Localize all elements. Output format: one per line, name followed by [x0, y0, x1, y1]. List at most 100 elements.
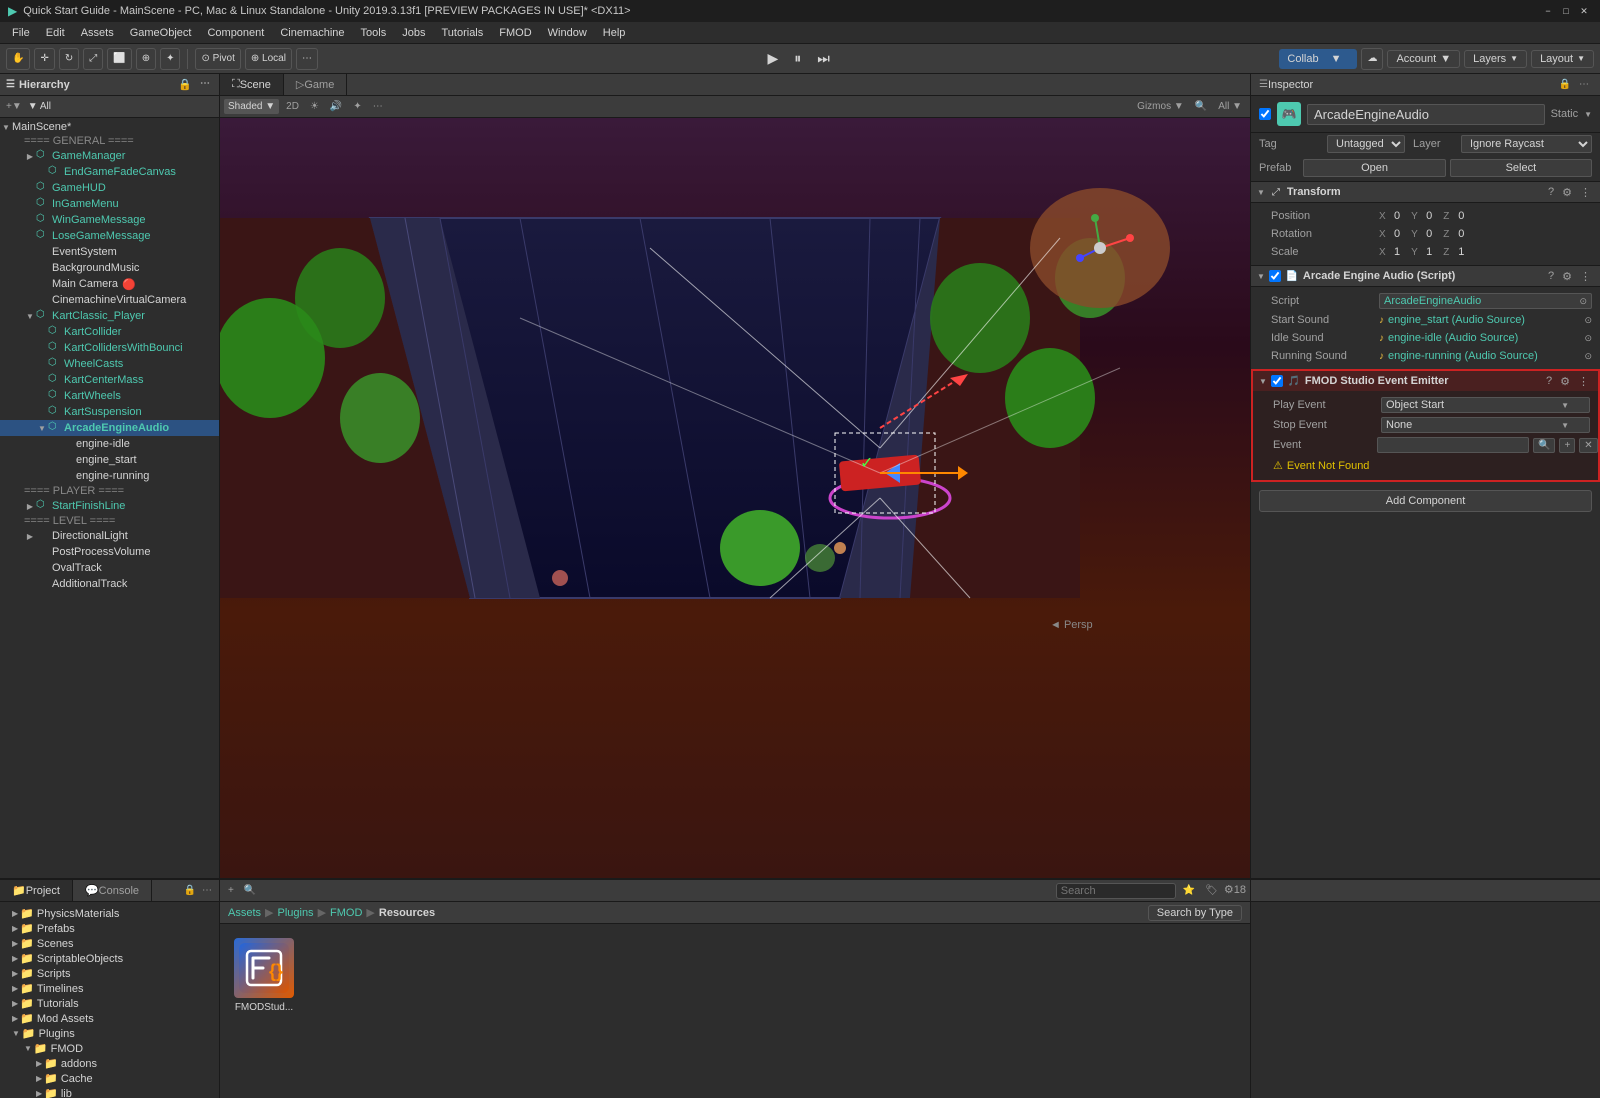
hierarchy-item-mainscene[interactable]: ▼MainScene*: [0, 120, 219, 134]
hierarchy-item-enginestart[interactable]: engine_start: [0, 452, 219, 468]
layer-dropdown[interactable]: Ignore Raycast: [1461, 135, 1592, 153]
proj-item-cache[interactable]: ▶📁Cache: [0, 1071, 219, 1086]
fmod-component-header[interactable]: ▼ 🎵 FMOD Studio Event Emitter ? ⚙ ⋮: [1251, 369, 1600, 391]
light-button[interactable]: ☀: [306, 99, 323, 114]
step-button[interactable]: ⏭: [811, 48, 836, 69]
menu-item-tools[interactable]: Tools: [353, 25, 395, 41]
hierarchy-item-general[interactable]: ==== GENERAL ====: [0, 134, 219, 148]
proj-item-scenes[interactable]: ▶📁Scenes: [0, 936, 219, 951]
object-enabled-checkbox[interactable]: [1259, 108, 1271, 120]
pause-button[interactable]: ⏸: [788, 48, 807, 69]
asset-filter-label-btn[interactable]: 🏷: [1201, 883, 1222, 898]
proj-item-scriptableobjects[interactable]: ▶📁ScriptableObjects: [0, 951, 219, 966]
fmod-asset-item[interactable]: {} FMODStud...: [230, 934, 298, 1017]
hierarchy-item-directionallight[interactable]: ▶DirectionalLight: [0, 528, 219, 544]
transform-tool-button[interactable]: ⊕: [136, 48, 156, 70]
tree-arrow-gamemanager[interactable]: ▶: [24, 150, 36, 162]
bottom-lock-btn[interactable]: 🔒: [181, 884, 199, 897]
breadcrumb-assets[interactable]: Assets: [228, 907, 261, 919]
fmod-help-btn[interactable]: ?: [1543, 374, 1555, 389]
asset-search-btn[interactable]: 🔍: [240, 883, 260, 898]
running-sound-link[interactable]: engine-running (Audio Source): [1388, 350, 1538, 362]
arcade-settings-btn[interactable]: ⚙: [1559, 269, 1575, 284]
menu-item-file[interactable]: File: [4, 25, 38, 41]
menu-item-assets[interactable]: Assets: [73, 25, 122, 41]
event-clear-btn[interactable]: ✕: [1579, 438, 1597, 453]
object-name-field[interactable]: [1307, 104, 1545, 125]
hierarchy-item-startfinish[interactable]: ▶⬡StartFinishLine: [0, 498, 219, 514]
hierarchy-item-kartwheels[interactable]: ⬡KartWheels: [0, 388, 219, 404]
hierarchy-item-arcadeaudio[interactable]: ▼⬡ArcadeEngineAudio: [0, 420, 219, 436]
hierarchy-item-engineidle[interactable]: engine-idle: [0, 436, 219, 452]
rotate-tool-button[interactable]: ↻: [59, 48, 79, 70]
cloud-button[interactable]: ☁: [1361, 48, 1383, 70]
menu-item-jobs[interactable]: Jobs: [394, 25, 433, 41]
stop-event-dropdown[interactable]: None ▼: [1381, 417, 1590, 433]
menu-item-tutorials[interactable]: Tutorials: [433, 25, 491, 41]
snap-button[interactable]: ⋯: [296, 48, 318, 70]
play-button[interactable]: ▶: [761, 48, 784, 69]
minimize-button[interactable]: −: [1540, 4, 1556, 18]
play-event-dropdown[interactable]: Object Start ▼: [1381, 397, 1590, 413]
static-arrow[interactable]: ▼: [1584, 110, 1592, 119]
hierarchy-item-ingamemenu[interactable]: ⬡InGameMenu: [0, 196, 219, 212]
menu-item-cinemachine[interactable]: Cinemachine: [272, 25, 352, 41]
scale-tool-button[interactable]: ⤢: [83, 48, 103, 70]
fmod-settings-btn[interactable]: ⚙: [1557, 374, 1573, 389]
hierarchy-menu-btn[interactable]: ⋯: [197, 77, 213, 92]
event-search-btn[interactable]: 🔍: [1533, 438, 1555, 453]
console-tab[interactable]: 💬 Console: [73, 880, 152, 901]
hierarchy-item-postprocess[interactable]: PostProcessVolume: [0, 544, 219, 560]
transform-menu-btn[interactable]: ⋮: [1577, 185, 1594, 200]
hierarchy-item-level[interactable]: ==== LEVEL ====: [0, 514, 219, 528]
hierarchy-item-gamehud[interactable]: ⬡GameHUD: [0, 180, 219, 196]
hierarchy-item-bgmusic[interactable]: BackgroundMusic: [0, 260, 219, 276]
hierarchy-item-ovaltrack[interactable]: OvalTrack: [0, 560, 219, 576]
hierarchy-item-kartcollbounce[interactable]: ⬡KartCollidersWithBounci: [0, 340, 219, 356]
start-sound-link[interactable]: engine_start (Audio Source): [1388, 314, 1525, 326]
hierarchy-item-player[interactable]: ==== PLAYER ====: [0, 484, 219, 498]
hierarchy-search-all[interactable]: ▼ All: [26, 99, 53, 114]
fmod-menu-btn[interactable]: ⋮: [1575, 374, 1592, 389]
menu-item-component[interactable]: Component: [199, 25, 272, 41]
transform-help-btn[interactable]: ?: [1545, 185, 1557, 200]
tag-dropdown[interactable]: Untagged: [1327, 135, 1405, 153]
audio-button[interactable]: 🔊: [326, 99, 346, 114]
hierarchy-item-kartcollider[interactable]: ⬡KartCollider: [0, 324, 219, 340]
proj-item-plugins[interactable]: ▼📁Plugins: [0, 1026, 219, 1041]
hierarchy-item-gamemanager[interactable]: ▶⬡GameManager: [0, 148, 219, 164]
hierarchy-item-kartsuspension[interactable]: ⬡KartSuspension: [0, 404, 219, 420]
fx-button[interactable]: ✦: [349, 99, 365, 114]
proj-item-fmod[interactable]: ▼📁FMOD: [0, 1041, 219, 1056]
maximize-button[interactable]: □: [1558, 4, 1574, 18]
tree-arrow-arcadeaudio[interactable]: ▼: [36, 422, 48, 434]
event-input[interactable]: [1377, 437, 1529, 453]
hierarchy-item-losegamemsg[interactable]: ⬡LoseGameMessage: [0, 228, 219, 244]
breadcrumb-fmod[interactable]: FMOD: [330, 907, 362, 919]
close-button[interactable]: ✕: [1576, 4, 1592, 18]
add-component-button[interactable]: Add Component: [1259, 490, 1592, 512]
layers-button[interactable]: Layers ▼: [1464, 50, 1527, 68]
proj-item-prefabs[interactable]: ▶📁Prefabs: [0, 921, 219, 936]
transform-component-header[interactable]: ▼ ⤢ Transform ? ⚙ ⋮: [1251, 181, 1600, 203]
hierarchy-item-wingamemsg[interactable]: ⬡WinGameMessage: [0, 212, 219, 228]
project-tab[interactable]: 📁 Project: [0, 880, 73, 901]
hierarchy-add-btn[interactable]: +▼: [4, 99, 24, 114]
asset-filter-fav-btn[interactable]: ⭐: [1179, 883, 1199, 898]
proj-item-scripts[interactable]: ▶📁Scripts: [0, 966, 219, 981]
scene-tab[interactable]: ⛶ Scene: [220, 74, 284, 95]
hierarchy-item-endgamefade[interactable]: ⬡EndGameFadeCanvas: [0, 164, 219, 180]
proj-item-timelines[interactable]: ▶📁Timelines: [0, 981, 219, 996]
asset-add-btn[interactable]: +: [224, 883, 238, 898]
tree-arrow-directionallight[interactable]: ▶: [24, 530, 36, 542]
layout-button[interactable]: Layout ▼: [1531, 50, 1594, 68]
asset-grid[interactable]: {} FMODStud...: [220, 924, 1250, 1027]
hand-tool-button[interactable]: ✋: [6, 48, 30, 70]
account-button[interactable]: Account ▼: [1387, 50, 1460, 68]
bottom-menu-btn[interactable]: ⋯: [199, 884, 215, 897]
2d-button[interactable]: 2D: [282, 99, 303, 114]
event-add-btn[interactable]: +: [1559, 438, 1575, 453]
hierarchy-item-wheelcasts[interactable]: ⬡WheelCasts: [0, 356, 219, 372]
proj-item-tutorials[interactable]: ▶📁Tutorials: [0, 996, 219, 1011]
script-value[interactable]: ArcadeEngineAudio ⊙: [1379, 293, 1592, 309]
